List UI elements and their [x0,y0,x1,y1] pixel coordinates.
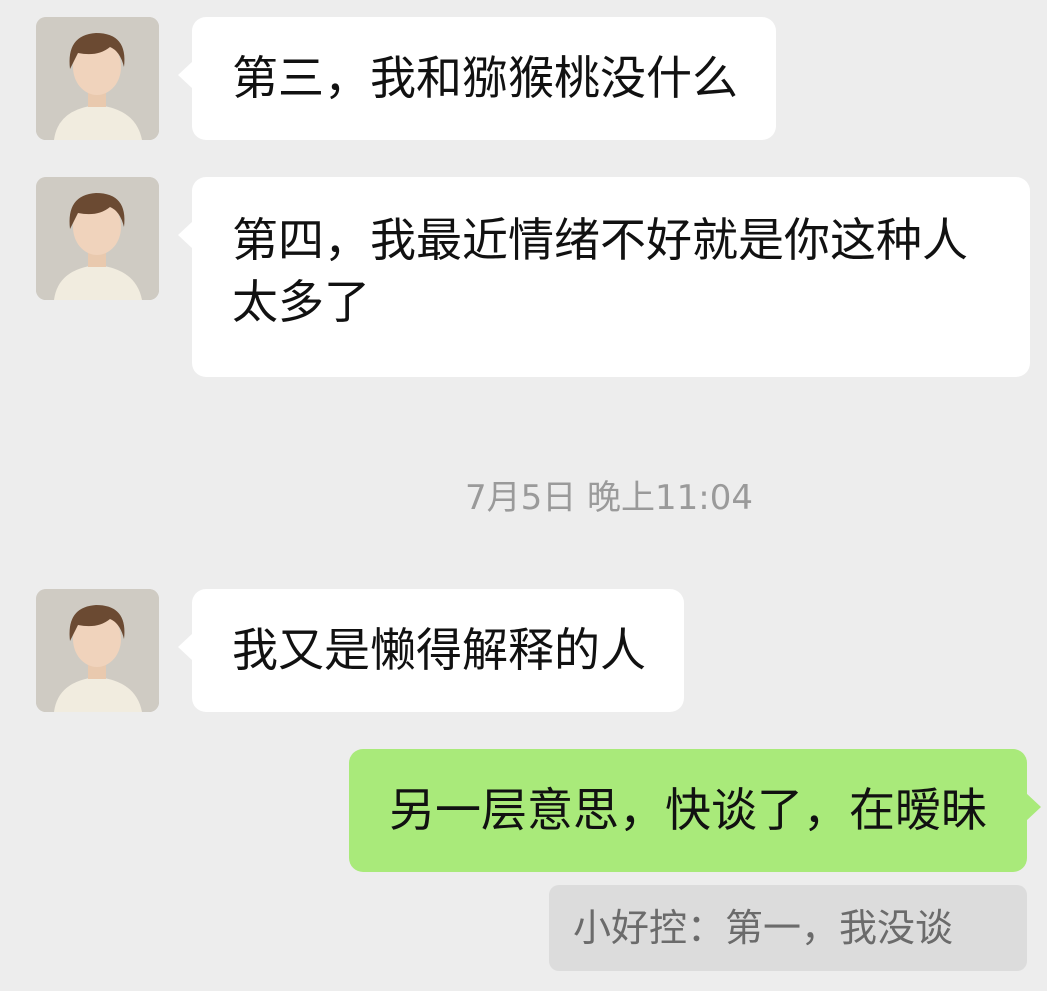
boy-avatar-icon [36,177,159,300]
contact-avatar[interactable] [36,17,159,140]
boy-avatar-icon [36,17,159,140]
message-text: 第三，我和猕猴桃没什么 [232,51,738,105]
chat-window: 第三，我和猕猴桃没什么 第四，我最近情绪不好就是你这种人太多了 7月5日 晚上1… [0,0,1047,991]
boy-avatar-icon [36,589,159,712]
message-bubble-incoming[interactable]: 我又是懒得解释的人 [178,589,684,712]
timestamp: 7月5日 晚上11:04 [464,478,754,518]
message-text: 我又是懒得解释的人 [232,623,646,677]
contact-avatar[interactable] [36,177,159,300]
message-bubble-incoming[interactable]: 第四，我最近情绪不好就是你这种人太多了 [178,177,1030,377]
message-bubble-incoming[interactable]: 第三，我和猕猴桃没什么 [178,17,776,140]
contact-avatar[interactable] [36,589,159,712]
message-text: 第四，我最近情绪不好就是你这种人太多了 [232,213,968,329]
quoted-reply[interactable]: 小好控：第一，我没谈 [549,885,1027,971]
message-text: 另一层意思，快谈了，在暧昧 [389,783,987,837]
message-bubble-outgoing[interactable]: 另一层意思，快谈了，在暧昧 [349,749,1041,872]
